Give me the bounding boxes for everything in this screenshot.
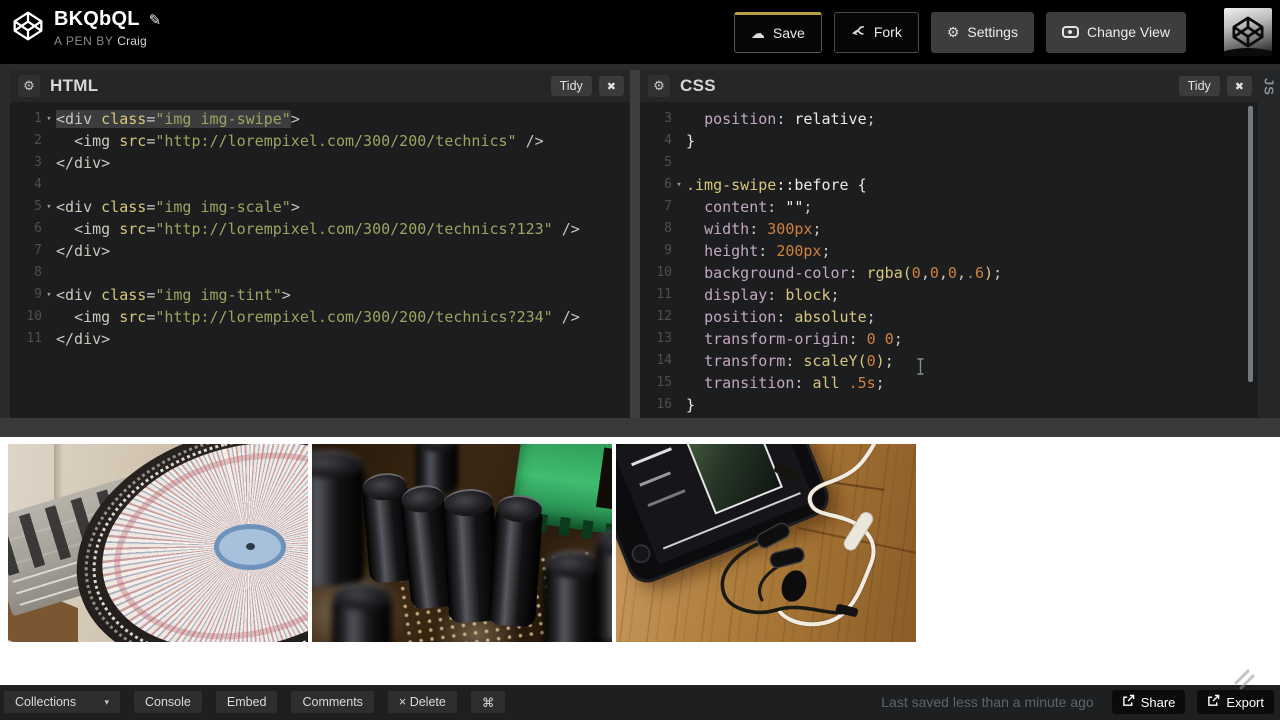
preview-pane [0,437,1280,685]
css-panel-title: CSS [680,76,716,95]
footer-right-actions: Last saved less than a minute ago Share … [881,690,1274,714]
comments-button[interactable]: Comments [291,691,374,713]
share-button[interactable]: Share [1111,690,1186,714]
author-link[interactable]: Craig [117,34,147,48]
fork-label: Fork [873,24,902,40]
html-panel-header: ⚙ HTML Tidy ✖ [10,70,630,102]
css-tidy-button[interactable]: Tidy [1178,76,1220,96]
css-scrollbar[interactable] [1248,106,1253,382]
circuit-board-photo [312,444,612,642]
capacitor [332,583,392,642]
chevron-down-icon: ▾ [104,696,109,707]
fork-button[interactable]: Fork [833,11,919,53]
footer-left-actions: Collections ▾ Console Embed Comments × D… [4,691,506,713]
footer-bar: Collections ▾ Console Embed Comments × D… [0,669,1280,720]
delete-button[interactable]: × Delete [387,691,457,713]
capacitor [544,551,602,642]
export-label: Export [1226,694,1264,710]
change-view-button[interactable]: Change View [1045,11,1186,53]
turntable-photo [8,444,308,642]
panel-split-handle[interactable] [630,70,640,418]
save-button[interactable]: ☁ Save [733,11,822,53]
header-actions: ☁ Save Fork ⚙ Settings Change View [733,8,1272,56]
settings-label: Settings [967,24,1018,40]
settings-button[interactable]: ⚙ Settings [930,11,1034,53]
capacitor [487,504,544,628]
css-panel-header: ⚙ CSS Tidy ✖ [640,70,1258,102]
html-close-icon[interactable]: ✖ [598,76,624,96]
css-editor-panel: ⚙ CSS Tidy ✖ 3 position: relative; 4} 5 6 ▾.… [640,70,1258,418]
byline: A PEN BY Craig [54,34,161,48]
byline-label: A PEN BY [54,34,114,48]
codepen-logo-icon[interactable] [12,10,44,42]
html-panel-title: HTML [50,76,99,95]
js-panel-label: JS [1261,78,1277,96]
collections-dropdown[interactable]: Collections ▾ [4,691,120,713]
command-shortcuts-button[interactable]: ⌘ [470,691,506,713]
css-close-icon[interactable]: ✖ [1226,76,1252,96]
share-label: Share [1140,694,1176,710]
top-header: BKQbQL ✎ A PEN BY Craig ☁ Save Fork ⚙ Se… [0,0,1280,64]
cloud-icon: ☁ [750,25,765,41]
text-cursor-pointer [916,358,925,380]
phone-earbuds-photo [616,444,916,642]
editor-panels-row: ⚙ HTML Tidy ✖ 1 ▾ <div class="img img-swip… [0,64,1280,437]
brand-block: BKQbQL ✎ A PEN BY Craig [12,8,161,48]
capacitor [312,451,364,586]
capacitor [596,529,612,640]
editor-preview-divider[interactable] [0,418,1280,437]
codepen-editor-app: BKQbQL ✎ A PEN BY Craig ☁ Save Fork ⚙ Se… [0,0,1280,720]
earbud-cables [720,444,877,628]
console-button[interactable]: Console [134,691,202,713]
js-panel-collapsed-tab[interactable]: JS [1258,70,1280,418]
export-icon [1207,694,1220,710]
fork-icon [851,24,866,41]
embed-button[interactable]: Embed [215,691,278,713]
pencil-icon[interactable]: ✎ [149,11,162,29]
css-code-editor[interactable]: 3 position: relative; 4} 5 6 ▾ .img-swipe::be… [640,102,1258,416]
gear-icon: ⚙ [946,24,960,40]
html-editor-panel: ⚙ HTML Tidy ✖ 1 ▾ <div class="img img-swip… [10,70,630,418]
save-label: Save [772,25,805,41]
eye-icon [1061,26,1079,38]
html-code-editor[interactable]: 1 ▾ <div class="img img-swipe"> 2 <img src=… [10,102,630,350]
last-saved-status: Last saved less than a minute ago [881,694,1094,710]
user-avatar[interactable] [1224,8,1272,56]
css-settings-gear-icon[interactable]: ⚙ [648,75,670,97]
share-icon [1122,694,1135,710]
collections-label: Collections [15,695,77,709]
change-view-label: Change View [1086,24,1170,40]
resize-grip-icon[interactable] [1232,667,1256,696]
html-tidy-button[interactable]: Tidy [550,76,592,96]
pen-titles: BKQbQL ✎ A PEN BY Craig [54,8,161,48]
html-settings-gear-icon[interactable]: ⚙ [18,75,40,97]
pen-title[interactable]: BKQbQL [54,8,140,31]
